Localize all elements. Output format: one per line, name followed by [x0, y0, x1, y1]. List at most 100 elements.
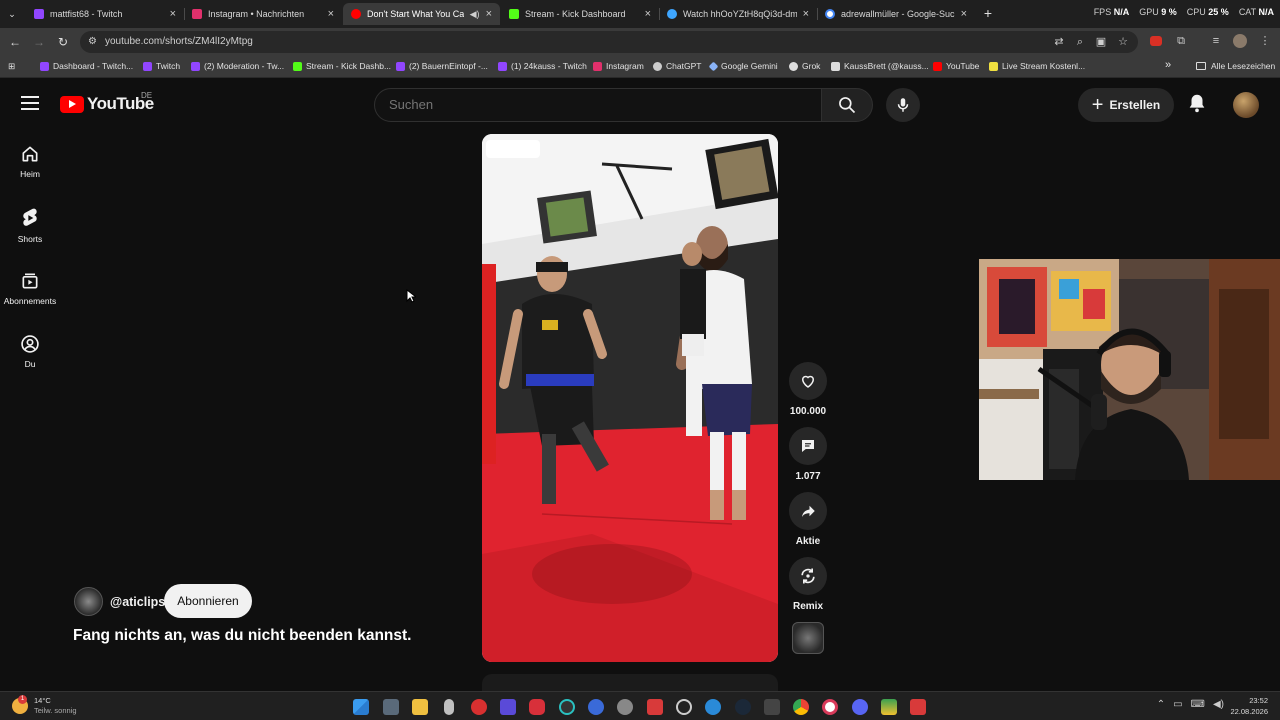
nav-item-shorts[interactable]: Shorts — [0, 207, 60, 244]
bookmark-item[interactable]: KaussBrett (@kauss... — [831, 61, 929, 71]
adblock-extension-icon[interactable] — [1150, 36, 1162, 46]
volume-icon[interactable]: ◀) — [1213, 699, 1224, 710]
bookmark-item[interactable]: Instagram — [593, 61, 644, 71]
weather-widget[interactable]: 1 14°C Teilw. sonnig — [12, 695, 77, 716]
tab-search-chevron-icon[interactable]: ⌄ — [4, 6, 20, 22]
comment-icon — [802, 440, 814, 452]
search-icon — [839, 97, 856, 114]
site-info-icon[interactable]: ⚙ — [88, 36, 97, 47]
display-icon[interactable]: ▭ — [1173, 699, 1182, 710]
search-button[interactable] — [821, 88, 873, 122]
file-explorer-icon[interactable] — [412, 699, 428, 715]
bookmark-item[interactable]: YouTube — [933, 61, 979, 71]
short-title[interactable]: Fang nichts an, was du nicht beenden kan… — [73, 627, 411, 645]
zoom-icon[interactable]: ⌕ — [1073, 35, 1087, 49]
app-green-icon[interactable] — [881, 699, 897, 715]
app-v-icon[interactable] — [500, 699, 516, 715]
browser-tab[interactable]: Watch hhOoYZtH8qQi3d-dmx... × — [659, 3, 817, 25]
app-stream-icon[interactable] — [647, 699, 663, 715]
bookmark-item[interactable]: Live Stream Kostenl... — [989, 61, 1085, 71]
menu-hamburger-icon[interactable] — [21, 96, 39, 110]
url-text: youtube.com/shorts/ZM4lI2yMtpg — [105, 36, 253, 47]
app-red-icon[interactable] — [471, 699, 487, 715]
extensions-icon[interactable]: ⧉ — [1174, 34, 1188, 48]
close-icon[interactable]: × — [486, 8, 492, 20]
bookmark-item[interactable]: (2) BauernEintopf -... — [396, 61, 488, 71]
calculator-icon[interactable] — [383, 699, 399, 715]
channel-avatar[interactable] — [74, 587, 103, 616]
bookmark-item[interactable]: Google Gemini — [708, 61, 778, 71]
youtube-logo[interactable]: YouTube — [60, 94, 154, 114]
voice-search-button[interactable] — [886, 88, 920, 122]
translate-icon[interactable]: ⇄ — [1052, 35, 1066, 49]
tray-expand-icon[interactable]: ⌃ — [1157, 699, 1165, 710]
windows-start-icon[interactable] — [353, 699, 369, 715]
create-button[interactable]: + Erstellen — [1078, 88, 1174, 122]
browser-tab[interactable]: Stream - Kick Dashboard × — [501, 3, 659, 25]
speaker-icon[interactable]: ◀) — [470, 9, 480, 20]
nav-item-you[interactable]: Du — [0, 334, 60, 369]
back-arrow-icon[interactable]: ← — [7, 34, 23, 50]
close-icon[interactable]: × — [645, 8, 651, 20]
app-opera-icon[interactable] — [822, 699, 838, 715]
app-record-icon[interactable] — [529, 699, 545, 715]
forward-arrow-icon[interactable]: → — [31, 34, 47, 50]
menu-dots-icon[interactable]: ⋮ — [1258, 34, 1272, 48]
search-box[interactable] — [374, 88, 822, 122]
mouse-app-icon[interactable] — [444, 699, 454, 715]
short-video-player[interactable] — [482, 134, 778, 662]
search-input[interactable] — [389, 97, 789, 112]
address-bar[interactable]: ⚙ youtube.com/shorts/ZM4lI2yMtpg ⇄ ⌕ ▣ ☆ — [80, 31, 1138, 53]
taskbar-clock[interactable]: 23:52 22.08.2026 — [1230, 695, 1268, 717]
app-red-box-icon[interactable] — [910, 699, 926, 715]
close-icon[interactable]: × — [803, 8, 809, 20]
account-avatar[interactable] — [1233, 92, 1259, 118]
discord-icon[interactable] — [852, 699, 868, 715]
apps-grid-icon[interactable]: ⊞ — [8, 61, 15, 72]
app-sync-icon[interactable] — [705, 699, 721, 715]
profile-avatar-icon[interactable] — [1233, 34, 1247, 48]
bookmark-item[interactable]: (1) 24kauss - Twitch — [498, 61, 587, 71]
bookmark-item[interactable]: ChatGPT — [653, 61, 701, 71]
nav-item-subscriptions[interactable]: Abonnements — [0, 271, 60, 306]
obs-icon[interactable] — [676, 699, 692, 715]
app-blue-icon[interactable] — [588, 699, 604, 715]
subscribe-button[interactable]: Abonnieren — [164, 584, 252, 618]
browser-tab[interactable]: mattfist68 - Twitch × — [26, 3, 184, 25]
nav-item-home[interactable]: Heim — [0, 144, 60, 179]
bookmark-item[interactable]: Grok — [789, 61, 820, 71]
all-bookmarks-button[interactable]: Alle Lesezeichen — [1196, 61, 1275, 71]
channel-name[interactable]: @aticlips — [110, 595, 165, 609]
app-gear-icon[interactable] — [617, 699, 633, 715]
share-button[interactable]: Aktie — [788, 492, 828, 547]
browser-tab[interactable]: Instagram • Nachrichten × — [184, 3, 342, 25]
chrome-icon[interactable] — [793, 699, 809, 715]
close-icon[interactable]: × — [328, 8, 334, 20]
steam-icon[interactable] — [735, 699, 751, 715]
install-app-icon[interactable]: ▣ — [1094, 35, 1108, 49]
bookmark-item[interactable]: Stream - Kick Dashb... — [293, 61, 391, 71]
browser-tab[interactable]: adrewallmüller - Google-Suche × — [817, 3, 975, 25]
share-arrow-icon — [802, 505, 815, 517]
remix-button[interactable]: Remix — [788, 557, 828, 612]
app-terminal-icon[interactable] — [764, 699, 780, 715]
close-icon[interactable]: × — [170, 8, 176, 20]
bookmark-star-icon[interactable]: ☆ — [1116, 35, 1130, 49]
more-bookmarks-button[interactable]: » — [1165, 59, 1171, 71]
fps-stat: FPS N/A — [1093, 7, 1130, 17]
media-controls-icon[interactable]: ≡ — [1209, 34, 1223, 48]
like-button[interactable]: 100.000 — [788, 362, 828, 417]
notifications-button[interactable] — [1186, 92, 1212, 118]
browser-tab-active[interactable]: Don't Start What You Can't ◀) × — [343, 3, 500, 25]
weather-badge: 1 — [18, 695, 27, 704]
bookmark-item[interactable]: Dashboard - Twitch... — [40, 61, 133, 71]
close-icon[interactable]: × — [961, 8, 967, 20]
bookmark-item[interactable]: (2) Moderation - Tw... — [191, 61, 284, 71]
bookmark-item[interactable]: Twitch — [143, 61, 180, 71]
comment-button[interactable]: 1.077 — [788, 427, 828, 482]
network-icon[interactable]: ⌨ — [1191, 699, 1205, 710]
app-circle-icon[interactable] — [559, 699, 575, 715]
new-tab-button[interactable]: + — [980, 5, 996, 21]
reload-icon[interactable]: ↻ — [55, 34, 71, 50]
channel-thumbnail[interactable] — [792, 622, 824, 654]
